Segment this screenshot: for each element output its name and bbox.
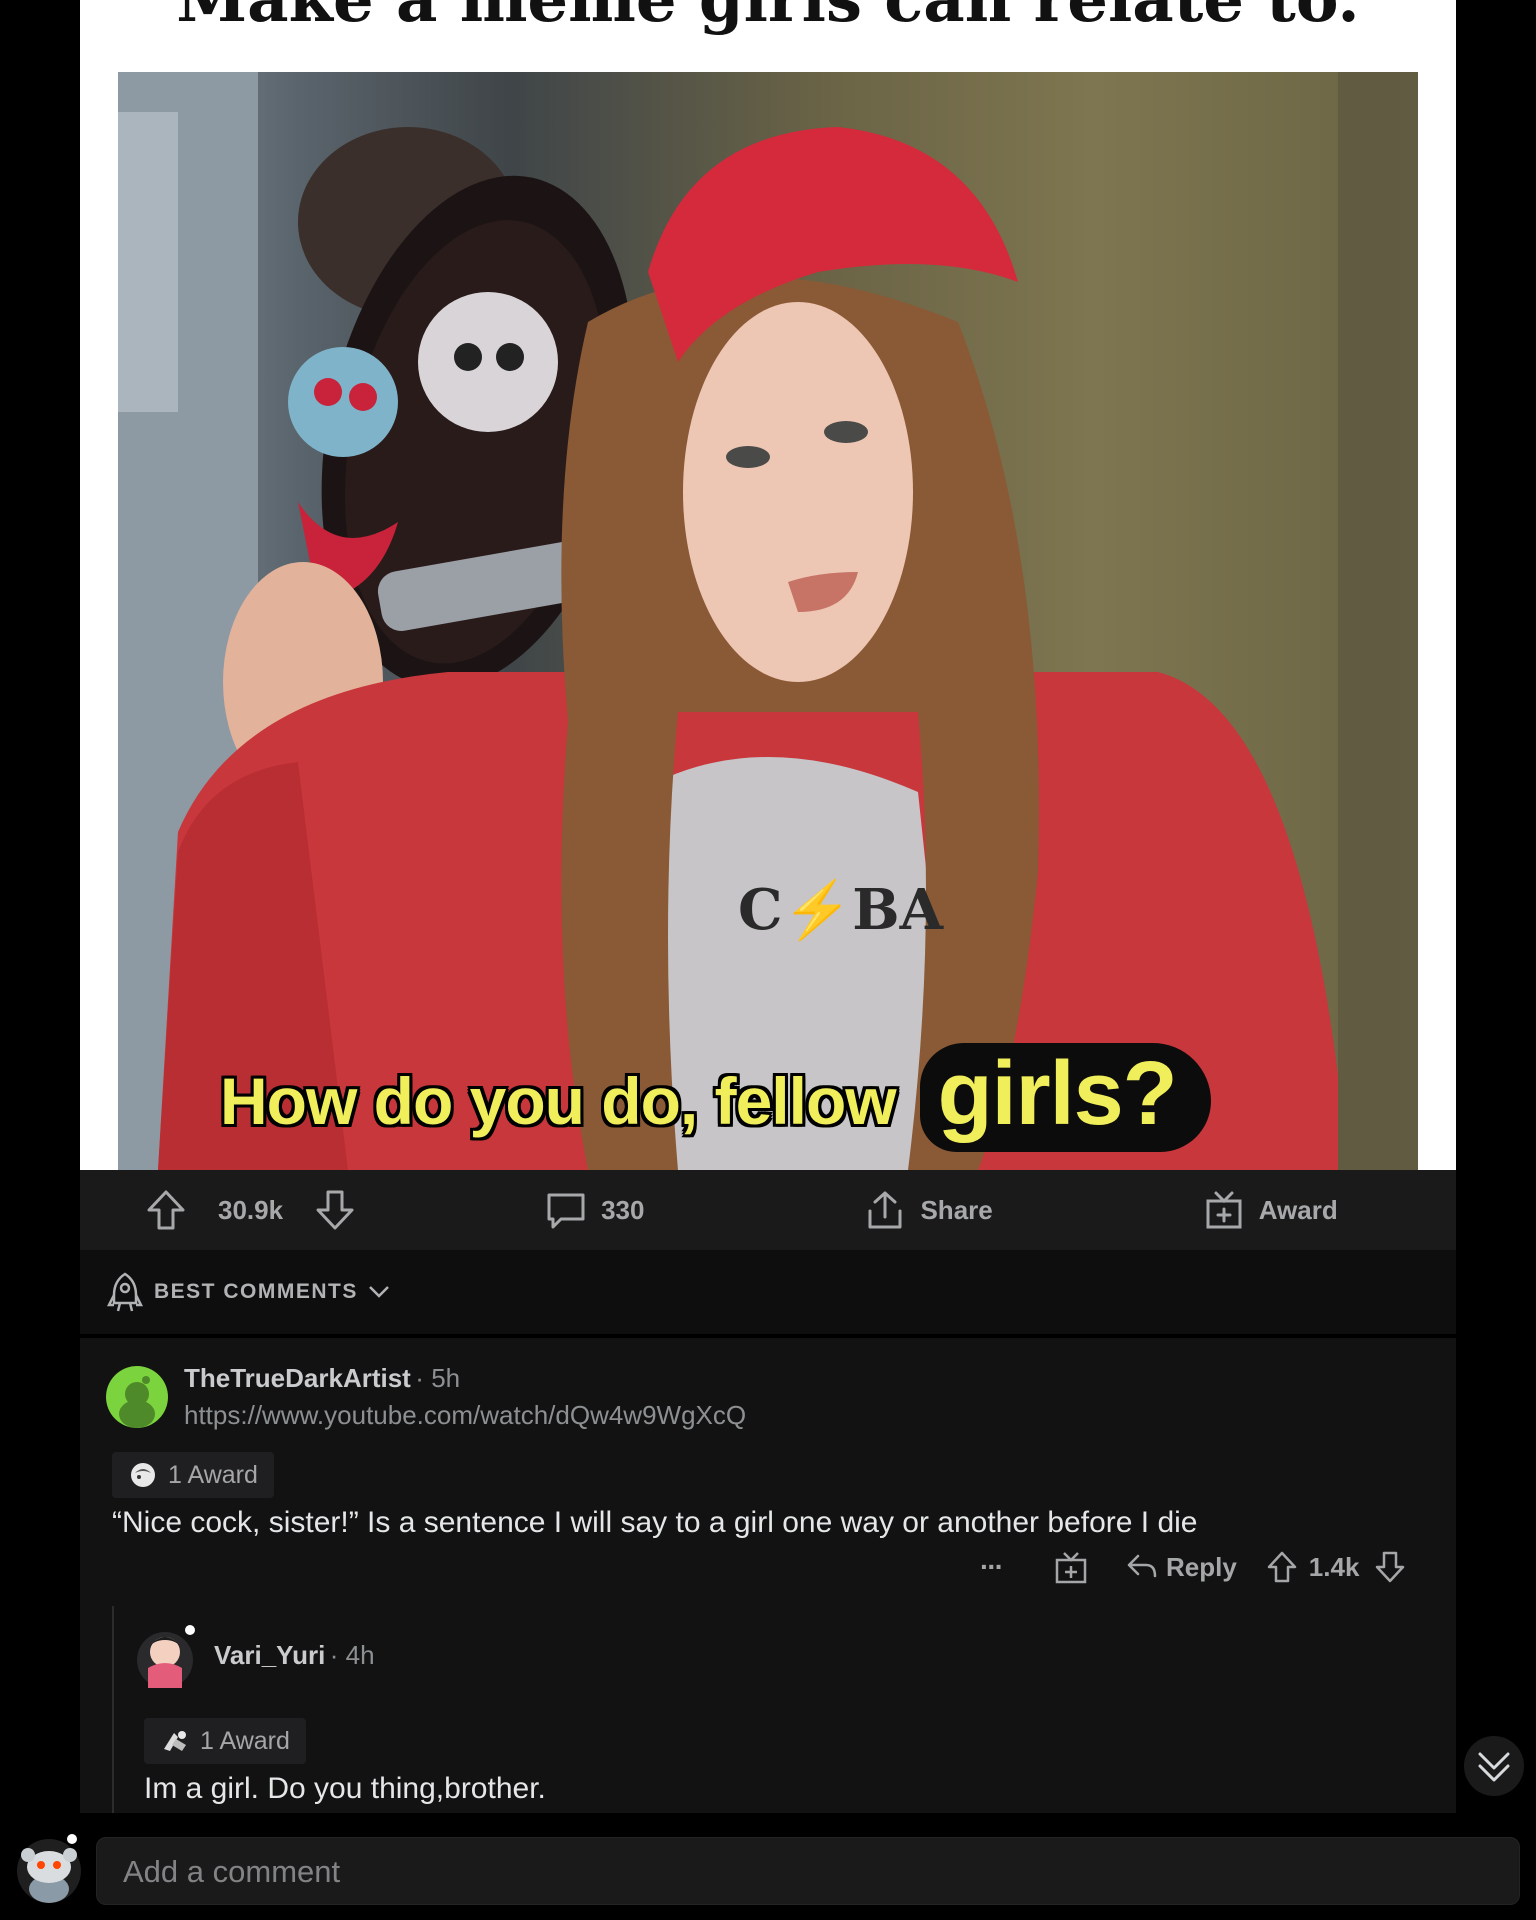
vote-group: 30.9k <box>146 1189 355 1231</box>
meme-image[interactable]: Make a meme girls can relate to. <box>80 0 1456 1170</box>
meme-title: Make a meme girls can relate to. <box>80 0 1456 37</box>
comment-icon <box>545 1189 587 1231</box>
award-button[interactable]: Award <box>1203 1189 1338 1231</box>
separator-dot: · <box>329 1639 346 1670</box>
snoo-avatar[interactable] <box>14 1831 84 1907</box>
comment-upvote-icon[interactable] <box>1267 1551 1297 1583</box>
caption-main: How do you do, fellow <box>220 1064 897 1138</box>
comment-time: 4h <box>345 1639 375 1670</box>
gift-icon[interactable] <box>1054 1550 1088 1584</box>
more-options-button[interactable]: ··· <box>980 1551 1004 1583</box>
award-icon <box>1203 1189 1245 1231</box>
comment-score: 1.4k <box>1308 1551 1360 1582</box>
comment-sort[interactable]: BEST COMMENTS <box>80 1250 1456 1334</box>
meme-caption: How do you do, fellow girls? <box>220 1043 1211 1152</box>
comment-actions: ··· Reply 1.4k <box>980 1550 1405 1584</box>
separator-dot: · <box>415 1363 432 1393</box>
caption-emphasis: girls? <box>919 1043 1211 1152</box>
comment-time: 5h <box>431 1363 461 1393</box>
post-action-bar: 30.9k 330 Share Award <box>80 1170 1456 1250</box>
comment-header: TheTrueDarkArtist · 5h https://www.youtu… <box>106 1362 746 1431</box>
upvote-count: 30.9k <box>218 1194 284 1225</box>
award-label: Award <box>1258 1194 1338 1225</box>
comment-body: “Nice cock, sister!” Is a sentence I wil… <box>112 1506 1198 1539</box>
comment-username[interactable]: TheTrueDarkArtist <box>184 1363 411 1393</box>
next-comment-button[interactable] <box>1464 1736 1524 1796</box>
user-flair: https://www.youtube.com/watch/dQw4w9WgXc… <box>184 1400 747 1430</box>
add-comment-input[interactable]: Add a comment <box>96 1837 1520 1905</box>
award-count: 1 Award <box>168 1460 258 1489</box>
award-badge[interactable]: 1 Award <box>144 1718 306 1764</box>
comment-list: TheTrueDarkArtist · 5h https://www.youtu… <box>80 1338 1456 1813</box>
award-badge[interactable]: 1 Award <box>112 1452 274 1498</box>
comment-header: Vari_Yuri · 4h <box>136 1622 375 1692</box>
post-card: Make a meme girls can relate to. <box>80 0 1456 1250</box>
comment-downvote-icon[interactable] <box>1375 1551 1405 1583</box>
best-sort-icon <box>106 1271 144 1313</box>
avatar[interactable] <box>106 1365 168 1428</box>
sort-label: BEST COMMENTS <box>154 1280 358 1303</box>
meme-photo: C⚡BA <box>118 72 1418 1170</box>
comment-composer-bar: Add a comment <box>0 1813 1536 1920</box>
share-button[interactable]: Share <box>864 1189 993 1231</box>
comment-body: Im a girl. Do you thing,brother. <box>144 1772 546 1805</box>
chevron-down-icon <box>368 1285 390 1299</box>
award-emoji-icon <box>128 1461 158 1489</box>
downvote-icon[interactable] <box>315 1189 355 1231</box>
share-icon <box>864 1189 906 1231</box>
upvote-icon[interactable] <box>146 1189 186 1231</box>
comment-count: 330 <box>601 1194 645 1225</box>
award-count: 1 Award <box>200 1726 290 1755</box>
share-label: Share <box>920 1194 993 1225</box>
scroll-down-icon <box>1474 1746 1514 1786</box>
comment-username[interactable]: Vari_Yuri <box>214 1640 325 1670</box>
reply-icon[interactable] <box>1126 1552 1158 1582</box>
shirt-text: C⚡BA <box>738 877 944 943</box>
comments-button[interactable]: 330 <box>545 1189 644 1231</box>
meme-illustration <box>118 72 1418 1170</box>
reply-button[interactable]: Reply <box>1166 1552 1237 1583</box>
avatar[interactable] <box>136 1622 198 1692</box>
thread-line[interactable] <box>112 1606 114 1813</box>
award-emoji-icon <box>160 1727 190 1755</box>
